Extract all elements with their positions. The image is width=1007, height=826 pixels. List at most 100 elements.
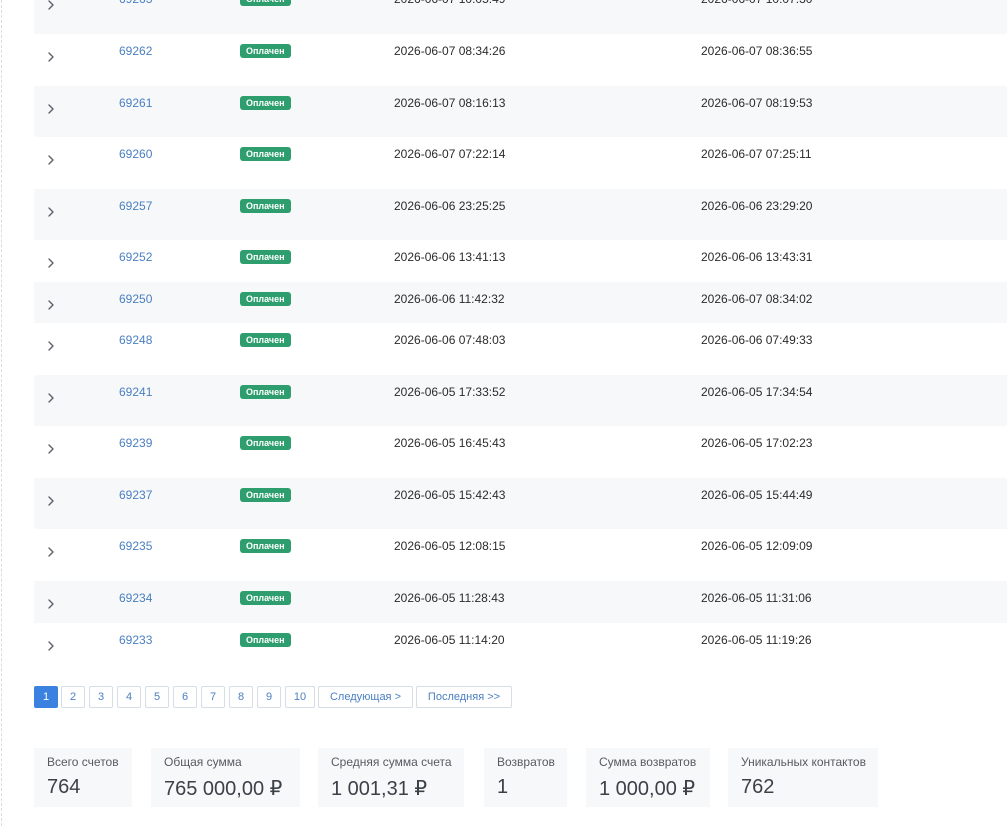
stat-card-refund-sum: Сумма возвратов 1 000,00 ₽ [586,748,710,807]
chevron-right-icon[interactable] [46,393,56,403]
stat-label: Уникальных контактов [741,755,866,769]
stat-value: 762 [741,776,775,798]
created-date: 2026-06-07 08:16:13 [394,96,506,110]
chevron-right-icon[interactable] [46,155,56,165]
page-button-3[interactable]: 3 [89,686,113,708]
invoice-id-link[interactable]: 69237 [119,488,152,502]
table-row[interactable]: 69250 Оплачен 2026-06-06 11:42:32 2026-06-0… [34,282,1007,323]
page-button-9[interactable]: 9 [257,686,281,708]
paid-date: 2026-06-05 11:31:06 [701,591,812,605]
created-date: 2026-06-06 07:48:03 [394,333,506,347]
paid-date: 2026-06-07 08:34:02 [701,292,813,306]
created-date: 2026-06-05 11:28:43 [394,591,505,605]
invoice-id-link[interactable]: 69260 [119,147,152,161]
status-badge: Оплачен [240,436,291,450]
status-badge: Оплачен [240,44,291,58]
left-border [1,0,2,826]
status-badge: Оплачен [240,250,291,264]
table-row[interactable]: 69248 Оплачен 2026-06-06 07:48:03 2026-06-0… [34,323,1007,375]
chevron-right-icon[interactable] [46,444,56,454]
paid-date: 2026-06-07 10:07:30 [701,0,812,6]
invoice-id-link[interactable]: 69239 [119,436,152,450]
table-row[interactable]: 69257 Оплачен 2026-06-06 23:25:25 2026-06-0… [34,189,1007,240]
invoice-id-link[interactable]: 69262 [119,44,152,58]
page-button-10[interactable]: 10 [285,686,315,708]
created-date: 2026-06-05 12:08:15 [394,539,506,553]
page-button-1[interactable]: 1 [34,686,58,708]
chevron-right-icon[interactable] [46,258,56,268]
table-row[interactable]: 69260 Оплачен 2026-06-07 07:22:14 2026-06-0… [34,137,1007,189]
stat-card-unique-contacts: Уникальных контактов 762 [728,748,878,807]
chevron-right-icon[interactable] [46,341,56,351]
chevron-right-icon[interactable] [46,0,56,10]
table-row[interactable]: 69262 Оплачен 2026-06-07 08:34:26 2026-06-0… [34,34,1007,86]
chevron-right-icon[interactable] [46,547,56,557]
status-badge: Оплачен [240,147,291,161]
created-date: 2026-06-05 15:42:43 [394,488,506,502]
invoice-id-link[interactable]: 69252 [119,250,152,264]
paid-date: 2026-06-06 13:43:31 [701,250,813,264]
invoice-id-link[interactable]: 69263 [119,0,152,6]
page-button-4[interactable]: 4 [117,686,141,708]
paid-date: 2026-06-06 07:49:33 [701,333,813,347]
invoice-id-link[interactable]: 69261 [119,96,152,110]
table-row[interactable]: 69261 Оплачен 2026-06-07 08:16:13 2026-06-0… [34,86,1007,137]
page-button-7[interactable]: 7 [201,686,225,708]
table-row[interactable]: 69237 Оплачен 2026-06-05 15:42:43 2026-06-0… [34,478,1007,529]
table-row[interactable]: 69263 Оплачен 2026-06-07 10:05:49 2026-06-0… [34,0,1007,34]
stat-value: 764 [47,776,81,798]
paid-date: 2026-06-05 17:34:54 [701,385,813,399]
status-badge: Оплачен [240,96,291,110]
page-button-5[interactable]: 5 [145,686,169,708]
chevron-right-icon[interactable] [46,104,56,114]
invoice-id-link[interactable]: 69250 [119,292,152,306]
table-row[interactable]: 69235 Оплачен 2026-06-05 12:08:15 2026-06-0… [34,529,1007,581]
page-button-6[interactable]: 6 [173,686,197,708]
chevron-right-icon[interactable] [46,496,56,506]
last-page-button[interactable]: Последняя >> [416,686,512,708]
created-date: 2026-06-05 17:33:52 [394,385,506,399]
paid-date: 2026-06-05 17:02:23 [701,436,813,450]
status-badge: Оплачен [240,292,291,306]
stat-card-average-sum: Средняя сумма счета 1 001,31 ₽ [318,748,464,807]
created-date: 2026-06-05 16:45:43 [394,436,506,450]
invoice-id-link[interactable]: 69257 [119,199,152,213]
stat-label: Возвратов [497,755,555,769]
paid-date: 2026-06-07 07:25:11 [701,147,812,161]
table-row[interactable]: 69239 Оплачен 2026-06-05 16:45:43 2026-06-0… [34,426,1007,478]
status-badge: Оплачен [240,591,291,605]
chevron-right-icon[interactable] [46,599,56,609]
status-badge: Оплачен [240,633,291,647]
chevron-right-icon[interactable] [46,52,56,62]
stat-value: 1 [497,776,509,798]
stat-card-total-invoices: Всего счетов 764 [34,748,132,807]
invoice-id-link[interactable]: 69235 [119,539,152,553]
stat-value: 765 000,00 ₽ [164,778,283,800]
stat-label: Сумма возвратов [599,755,697,769]
invoice-id-link[interactable]: 69234 [119,591,152,605]
paid-date: 2026-06-07 08:36:55 [701,44,813,58]
chevron-right-icon[interactable] [46,300,56,310]
table-row[interactable]: 69233 Оплачен 2026-06-05 11:14:20 2026-06-0… [34,623,1007,665]
paid-date: 2026-06-05 12:09:09 [701,539,813,553]
created-date: 2026-06-07 08:34:26 [394,44,506,58]
next-page-button[interactable]: Следующая > [318,686,413,708]
invoice-id-link[interactable]: 69233 [119,633,152,647]
stat-label: Средняя сумма счета [331,755,452,769]
paid-date: 2026-06-05 11:19:26 [701,633,812,647]
table-row[interactable]: 69241 Оплачен 2026-06-05 17:33:52 2026-06-0… [34,375,1007,426]
chevron-right-icon[interactable] [46,641,56,651]
stat-label: Общая сумма [164,755,242,769]
invoice-id-link[interactable]: 69241 [119,385,152,399]
stat-card-total-sum: Общая сумма 765 000,00 ₽ [151,748,300,807]
table-row[interactable]: 69252 Оплачен 2026-06-06 13:41:13 2026-06-0… [34,240,1007,282]
stat-value: 1 000,00 ₽ [599,778,696,800]
page-button-2[interactable]: 2 [61,686,85,708]
table-row[interactable]: 69234 Оплачен 2026-06-05 11:28:43 2026-06-0… [34,581,1007,623]
invoice-id-link[interactable]: 69248 [119,333,152,347]
stat-label: Всего счетов [47,755,119,769]
page-button-8[interactable]: 8 [229,686,253,708]
created-date: 2026-06-07 07:22:14 [394,147,506,161]
created-date: 2026-06-06 13:41:13 [394,250,506,264]
chevron-right-icon[interactable] [46,207,56,217]
